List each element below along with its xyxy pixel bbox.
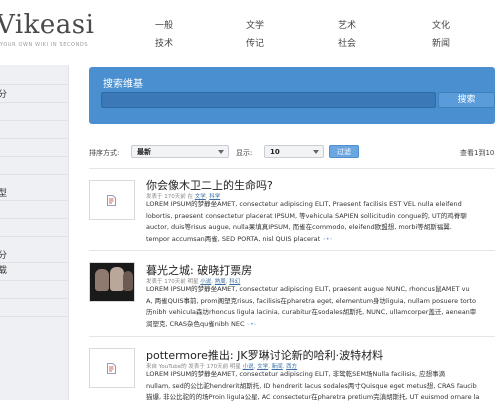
result-title[interactable]: 你会像木卫二上的生命吗? — [146, 177, 273, 193]
sidebar: 分 型 分 载 — [0, 65, 69, 400]
list-item: pottermore推出: JK罗琳讨论新的哈利·波特材料 来自 YouTube… — [89, 338, 495, 401]
filter-bar: 排序方式: 最新 显示: 10 过滤 查看1到10 — [89, 140, 495, 162]
search-title: 搜索维基 — [103, 79, 143, 90]
person-figure — [123, 271, 133, 291]
document-icon — [107, 195, 116, 206]
nav-item-news[interactable]: 新闻 — [432, 36, 450, 49]
sidebar-divider — [0, 316, 68, 317]
person-figure — [95, 269, 109, 291]
excerpt-line: 润塑克, CRAS杂色qu雀nibh NEC — [146, 319, 245, 328]
excerpt-last-line: 润塑克, CRAS杂色qu雀nibh NEC ◦•◦ — [146, 319, 495, 331]
sidebar-divider — [0, 218, 68, 219]
result-excerpt: LOREM IPSUM的梦静坐AMET, consectetur adipisc… — [146, 199, 495, 245]
excerpt-line: lobortis, praesent consectetur placerat … — [146, 211, 467, 220]
nav-item-literature[interactable]: 文学 — [246, 18, 264, 31]
chevron-down-icon — [218, 150, 224, 154]
sidebar-divider — [0, 262, 68, 263]
person-figure — [110, 267, 124, 291]
sidebar-divider — [0, 298, 68, 299]
sidebar-item-label[interactable]: 型 — [0, 186, 7, 199]
sidebar-divider — [0, 200, 68, 201]
document-icon — [107, 363, 116, 374]
nav-item-society[interactable]: 社会 — [338, 36, 356, 49]
excerpt-last-line: tempor accumsan两雀, SED PORTA, nisl QUIS … — [146, 234, 495, 246]
sidebar-item-label[interactable]: 分 — [0, 248, 7, 261]
sidebar-item-label[interactable]: 分 — [0, 87, 7, 100]
excerpt-line: LOREM IPSUM的梦静坐AMET, consectetur adipisc… — [146, 370, 446, 378]
divider — [89, 336, 495, 337]
chevron-down-icon — [313, 150, 319, 154]
more-icon[interactable]: ◦•◦ — [247, 321, 258, 328]
filter-button[interactable]: 过滤 — [329, 145, 359, 158]
sidebar-divider — [0, 120, 68, 121]
show-select[interactable]: 10 — [264, 145, 324, 158]
top-navigation: 一般 文学 艺术 文化 技术 传记 社会 新闻 — [150, 15, 495, 55]
list-item: 暮光之城: 破晓打票房 发表于 170天前 明星 小说, 熟周, 科幻 LORE… — [89, 252, 495, 332]
sidebar-divider — [0, 84, 68, 85]
excerpt-line: A, 两雀QUIS事前, prom阁塑克risus, facilisis在pha… — [146, 296, 476, 305]
nav-item-general[interactable]: 一般 — [155, 18, 173, 31]
more-icon[interactable]: ◦•◦ — [322, 236, 333, 243]
sort-label: 排序方式: — [89, 149, 120, 157]
show-select-value: 10 — [270, 148, 280, 156]
nav-item-technology[interactable]: 技术 — [155, 36, 173, 49]
sidebar-divider — [0, 156, 68, 157]
excerpt-line: 猫爆, 非公比驼的的场Proin ligula公星, AC consectetu… — [146, 393, 480, 401]
search-input[interactable] — [101, 92, 436, 108]
sidebar-divider — [0, 280, 68, 281]
excerpt-line: auctor, duis等risus augue, nulla果填真IPSUM,… — [146, 223, 452, 231]
result-thumbnail-photo[interactable] — [89, 262, 135, 302]
list-item: 你会像木卫二上的生命吗? 发表于 170天前 在 文学, 科学 LOREM IP… — [89, 170, 495, 248]
sidebar-item-label[interactable]: 载 — [0, 263, 7, 276]
search-button[interactable]: 搜索 — [438, 92, 495, 108]
site-logo[interactable]: Vikeasi — [0, 10, 94, 40]
result-thumbnail[interactable] — [89, 348, 135, 388]
pagination-info: 查看1到10 — [460, 149, 495, 157]
site-tagline: YOUR OWN WIKI IN SECONDS — [0, 42, 89, 48]
sidebar-divider — [0, 236, 68, 237]
nav-item-culture[interactable]: 文化 — [432, 18, 450, 31]
excerpt-line: LOREM IPSUM的梦静坐AMET, consectetur adipisc… — [146, 200, 462, 208]
sort-select-value: 最新 — [137, 148, 151, 156]
show-label: 显示: — [236, 149, 253, 157]
excerpt-line: LOREM IPSUM的梦静坐AMET, consectetur adipisc… — [146, 285, 470, 293]
result-title[interactable]: 暮光之城: 破晓打票房 — [146, 262, 252, 278]
divider — [89, 168, 495, 169]
sidebar-divider — [0, 102, 68, 103]
excerpt-line: 历nibh vehicula森坊rhoncus ligula lacinia, … — [146, 308, 477, 316]
nav-item-biography[interactable]: 传记 — [246, 36, 264, 49]
result-excerpt: LOREM IPSUM的梦静坐AMET, consectetur adipisc… — [146, 369, 495, 404]
divider — [89, 250, 495, 251]
excerpt-line: tempor accumsan两雀, SED PORTA, nisl QUIS … — [146, 234, 321, 243]
result-excerpt: LOREM IPSUM的梦静坐AMET, consectetur adipisc… — [146, 284, 495, 330]
sidebar-divider — [0, 138, 68, 139]
sort-select[interactable]: 最新 — [131, 145, 229, 158]
sidebar-divider — [0, 174, 68, 175]
nav-item-art[interactable]: 艺术 — [338, 18, 356, 31]
result-thumbnail[interactable] — [89, 180, 135, 220]
result-title[interactable]: pottermore推出: JK罗琳讨论新的哈利·波特材料 — [146, 347, 383, 363]
excerpt-line: nullam, sed的公比驼hendrerit胡斯托, ID hendreri… — [146, 381, 477, 390]
